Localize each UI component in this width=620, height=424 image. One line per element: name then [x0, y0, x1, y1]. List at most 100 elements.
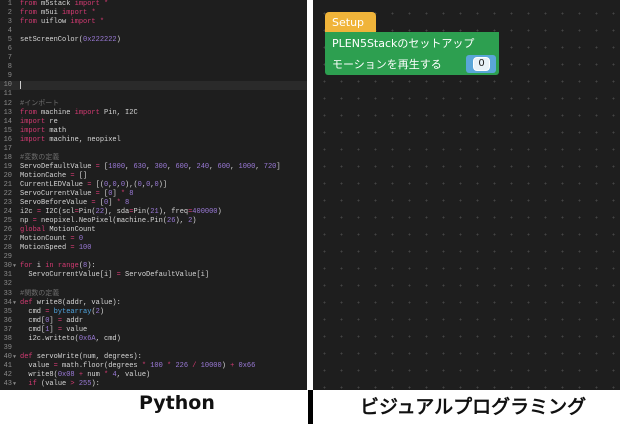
code-line[interactable]: 41 value = math.floor(degrees * 100 * 22… [0, 362, 307, 371]
code-line[interactable]: 39 [0, 344, 307, 353]
code-text: cmd[1] = value [20, 326, 87, 335]
code-line[interactable]: 2 from m5ui import * [0, 9, 307, 18]
code-token: i2c.writeto( [20, 334, 79, 343]
code-line[interactable]: 26 global MotionCount [0, 226, 307, 235]
code-text: MotionSpeed = 100 [20, 244, 91, 253]
code-token: ): [87, 262, 96, 271]
line-number: 5 [7, 36, 12, 45]
code-text: #関数の定義 [20, 290, 59, 299]
block-workspace[interactable]: Setup PLEN5Stackのセットアップ モーションを再生する 0 [313, 0, 620, 390]
code-token: ] [49, 325, 58, 334]
code-token: 600 [217, 162, 231, 171]
code-token: ), [175, 217, 189, 226]
code-line[interactable]: 16 import machine, neopixel [0, 136, 307, 145]
line-number: 4 [7, 27, 12, 36]
code-token: #関数の定義 [20, 289, 60, 298]
code-line[interactable]: 10 [0, 81, 307, 91]
code-line[interactable]: 6 [0, 45, 307, 54]
code-line[interactable]: 43 ▼ if (value > 255): [0, 380, 307, 389]
code-text: import machine, neopixel [20, 136, 121, 145]
code-line[interactable]: 9 [0, 72, 307, 81]
code-line[interactable]: 28 MotionSpeed = 100 [0, 244, 307, 253]
code-token: )] [158, 180, 168, 189]
fold-arrow-icon[interactable]: ▼ [13, 299, 16, 308]
code-token: * [87, 9, 96, 18]
line-number: 30 [3, 262, 12, 271]
code-line[interactable]: 22 ServoCurrentValue = [0] * 8 [0, 190, 307, 199]
line-number: 11 [3, 90, 12, 99]
code-token: ] [49, 316, 58, 325]
code-text: if (value > 255): [20, 380, 99, 389]
code-token: ) [99, 307, 105, 316]
line-number: 15 [3, 126, 12, 135]
code-token: bytearray [53, 307, 92, 316]
code-line[interactable]: 38 i2c.writeto(0x6A, cmd) [0, 335, 307, 344]
code-token: import [74, 108, 100, 117]
code-line[interactable]: 34 ▼ def write8(addr, value): [0, 299, 307, 308]
code-line[interactable]: 15 import math [0, 127, 307, 136]
code-token: [] [74, 171, 88, 180]
code-line[interactable]: 37 cmd[1] = value [0, 326, 307, 335]
python-label: Python [139, 392, 215, 414]
code-line[interactable]: 1 from m5stack import * [0, 0, 307, 9]
code-token: [ [99, 162, 109, 171]
code-text: def write8(addr, value): [20, 299, 121, 308]
code-line[interactable]: 19 ServoDefaultValue = [1000, 630, 300, 6… [0, 163, 307, 172]
code-token: math.floor(degrees [57, 361, 142, 370]
python-code-editor[interactable]: 1 from m5stack import * 2 from m5ui import … [0, 0, 307, 390]
code-line[interactable]: 25 np = neopixel.NeoPixel(machine.Pin(26)… [0, 217, 307, 226]
code-line[interactable]: 3 from uiflow import * [0, 18, 307, 27]
code-line[interactable]: 30 ▼ for i in range(8): [0, 262, 307, 271]
fold-arrow-icon[interactable]: ▼ [13, 380, 16, 389]
code-text: ServoCurrentValue = [0] * 8 [20, 190, 133, 199]
code-line[interactable]: 14 import re [0, 118, 307, 127]
code-line[interactable]: 29 [0, 253, 307, 262]
code-text: ServoDefaultValue = [1000, 630, 300, 600… [20, 163, 281, 172]
line-number: 9 [7, 72, 12, 81]
code-line[interactable]: 11 [0, 90, 307, 99]
code-line[interactable]: 31 ServoCurrentValue[i] = ServoDefaultVa… [0, 271, 307, 280]
code-text: #インポート [20, 100, 59, 109]
code-line[interactable]: 8 [0, 63, 307, 72]
code-line[interactable]: 4 [0, 27, 307, 36]
code-token: write8( [20, 370, 58, 379]
plen-setup-block[interactable]: PLEN5Stackのセットアップ [325, 32, 499, 53]
code-text: from machine import Pin, I2C [20, 109, 138, 118]
code-line[interactable]: 21 CurrentLEDValue = [(0,0,0),(0,0,0)] [0, 181, 307, 190]
code-line[interactable]: 32 [0, 280, 307, 289]
code-line[interactable]: 40 ▼ def servoWrite(num, degrees): [0, 353, 307, 362]
code-token: ) [217, 208, 222, 217]
code-text: cmd[0] = addr [20, 317, 83, 326]
code-token: num [83, 370, 105, 379]
fold-arrow-icon[interactable]: ▼ [13, 262, 16, 271]
code-token: def [20, 298, 33, 307]
code-text: for i in range(8): [20, 262, 96, 271]
code-text: np = neopixel.NeoPixel(machine.Pin(26), … [20, 217, 196, 226]
code-token: [( [91, 180, 105, 189]
code-token: ), sda [104, 208, 130, 217]
code-line[interactable]: 36 cmd[0] = addr [0, 317, 307, 326]
motion-number-block[interactable]: 0 [466, 55, 496, 73]
code-line[interactable]: 17 [0, 145, 307, 154]
code-token: for [20, 262, 33, 271]
code-token: #インポート [20, 99, 60, 108]
code-line[interactable]: 20 MotionCache = [] [0, 172, 307, 181]
code-line[interactable]: 42 write8(0x08 + num * 4, value) [0, 371, 307, 380]
code-line[interactable]: 18 #変数の定義 [0, 154, 307, 163]
code-token: 720 [263, 162, 277, 171]
setup-block[interactable]: Setup [325, 12, 376, 32]
code-line[interactable]: 33 #関数の定義 [0, 290, 307, 299]
code-line[interactable]: 27 MotionCount = 0 [0, 235, 307, 244]
code-line[interactable]: 13 from machine import Pin, I2C [0, 109, 307, 118]
code-line[interactable]: 35 cmd = bytearray(2) [0, 308, 307, 317]
code-token: Pin, I2C [99, 108, 138, 117]
code-line[interactable]: 12 #インポート [0, 100, 307, 109]
motion-number-input[interactable]: 0 [473, 57, 490, 71]
code-line[interactable]: 7 [0, 54, 307, 63]
code-line[interactable]: 24 i2c = I2C(scl=Pin(22), sda=Pin(21), fr… [0, 208, 307, 217]
fold-arrow-icon[interactable]: ▼ [13, 353, 16, 362]
code-line[interactable]: 23 ServoBeforeValue = [0] * 8 [0, 199, 307, 208]
code-token: in [45, 262, 54, 271]
code-text: from m5stack import * [20, 0, 108, 9]
code-line[interactable]: 5 setScreenColor(0x222222) [0, 36, 307, 45]
